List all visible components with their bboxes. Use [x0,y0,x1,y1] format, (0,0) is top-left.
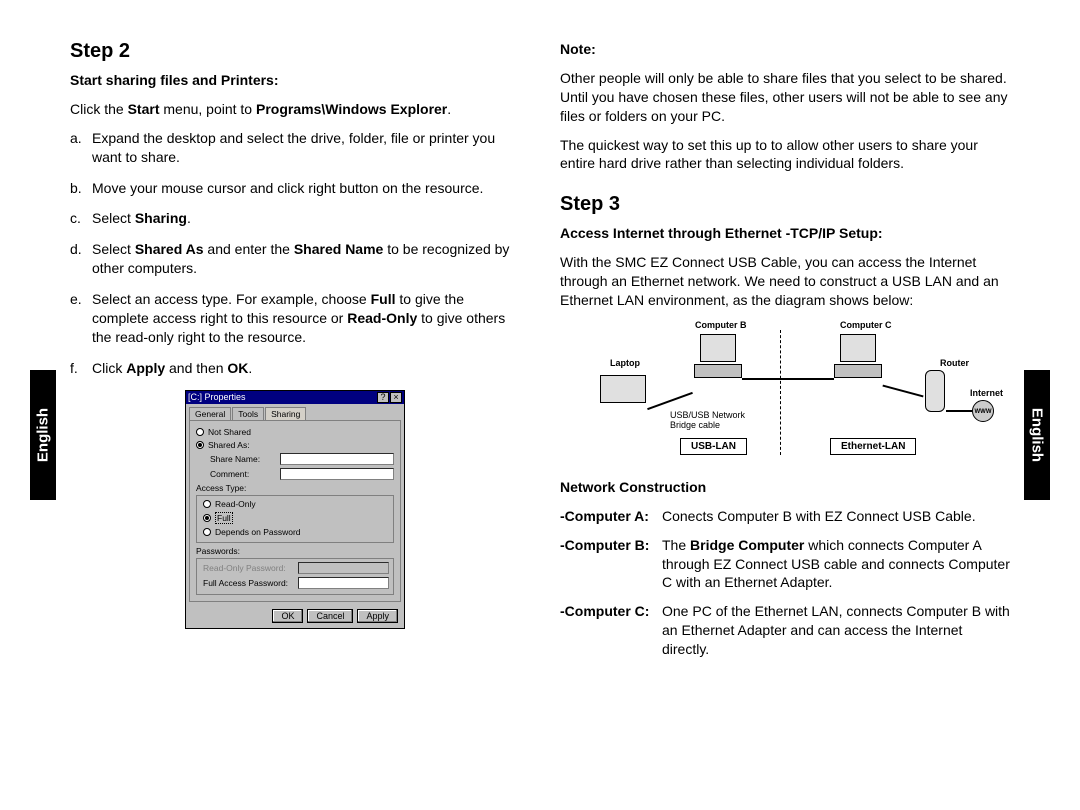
side-tab-right: English [1024,370,1050,500]
note-para1: Other people will only be able to share … [560,69,1010,126]
def-computer-b: -Computer B: The Bridge Computer which c… [560,536,1010,593]
comment-field[interactable] [280,468,394,480]
label-laptop: Laptop [610,358,640,368]
radio-readonly[interactable] [203,500,211,508]
close-icon[interactable]: × [390,392,402,403]
access-type-group: Read-Only Full Depends on Password [196,495,394,543]
ok-button[interactable]: OK [272,609,303,623]
step2-list: a.Expand the desktop and select the driv… [70,129,520,378]
box-ethernet-lan: Ethernet-LAN [830,438,916,455]
apply-button[interactable]: Apply [357,609,398,623]
dialog-tabs: General Tools Sharing [186,404,404,420]
radio-depends[interactable] [203,528,211,536]
step2-intro: Click the Start menu, point to Programs\… [70,100,520,119]
tab-sharing[interactable]: Sharing [265,407,306,420]
dialog-body: Not Shared Shared As: Share Name: Commen… [189,420,401,602]
definitions: -Computer A: Conects Computer B with EZ … [560,507,1010,659]
computer-b-base-icon [694,364,742,378]
radio-sharedas[interactable] [196,441,204,449]
step2-subheading: Start sharing files and Printers: [70,71,520,90]
network-diagram: Computer B Computer C Laptop Router Inte… [570,320,1000,470]
tab-tools[interactable]: Tools [232,407,264,420]
full-password-field[interactable] [298,577,389,589]
diagram-divider [780,330,781,455]
tab-general[interactable]: General [189,407,231,420]
step3-heading: Step 3 [560,193,1010,216]
note-para2: The quickest way to set this up to to al… [560,136,1010,174]
dialog-buttons: OK Cancel Apply [186,605,404,628]
side-tab-label: English [1029,408,1046,462]
right-column: Note: Other people will only be able to … [560,40,1010,669]
network-construction-heading: Network Construction [560,478,1010,497]
label-computer-b: Computer B [695,320,747,330]
step3-intro: With the SMC EZ Connect USB Cable, you c… [560,253,1010,310]
note-heading: Note: [560,40,1010,59]
label-computer-c: Computer C [840,320,892,330]
passwords-group: Read-Only Password: Full Access Password… [196,558,394,595]
radio-notshared[interactable] [196,428,204,436]
radio-full[interactable] [203,514,211,522]
left-column: Step 2 Start sharing files and Printers:… [70,40,520,669]
side-tab-label: English [35,408,52,462]
globe-icon: WWW [972,400,994,422]
computer-c-base-icon [834,364,882,378]
cancel-button[interactable]: Cancel [307,609,353,623]
box-usb-lan: USB-LAN [680,438,747,455]
def-computer-c: -Computer C: One PC of the Ethernet LAN,… [560,602,1010,659]
dialog-title: [C:] Properties [188,392,246,402]
side-tab-left: English [30,370,56,500]
computer-b-icon [700,334,736,362]
sharename-field[interactable] [280,453,394,465]
label-bridge-cable: USB/USB Network Bridge cable [670,410,760,430]
def-computer-a: -Computer A: Conects Computer B with EZ … [560,507,1010,526]
step3-subheading: Access Internet through Ethernet -TCP/IP… [560,224,1010,243]
ro-password-field [298,562,389,574]
help-icon[interactable]: ? [377,392,389,403]
dialog-titlebar: [C:] Properties ? × [186,391,404,404]
computer-c-icon [840,334,876,362]
router-icon [925,370,945,412]
laptop-icon [600,375,646,403]
step2-heading: Step 2 [70,40,520,63]
label-internet: Internet [970,388,1003,398]
page-content: Step 2 Start sharing files and Printers:… [0,0,1080,669]
properties-dialog: [C:] Properties ? × General Tools Sharin… [185,390,405,629]
label-router: Router [940,358,969,368]
